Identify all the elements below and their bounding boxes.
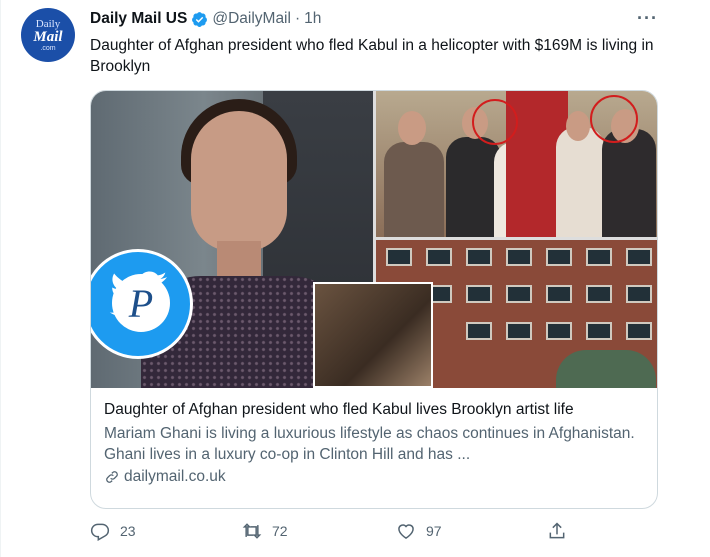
more-options-icon[interactable]: ··· [637, 8, 658, 29]
tweet-header: Daily Mail US @DailyMail · 1h [90, 9, 321, 29]
card-body[interactable]: Daughter of Afghan president who fled Ka… [104, 399, 644, 486]
like-count: 97 [426, 523, 442, 539]
badge-letter: P [112, 274, 170, 332]
avatar-line1: Daily [35, 17, 61, 30]
link-card[interactable]: P Daughter of Afghan president who fled … [90, 90, 658, 509]
tweet-actions: 23 72 97 [90, 521, 570, 545]
like-button[interactable]: 97 [396, 521, 442, 541]
avatar-line3: .com [40, 44, 56, 52]
reply-count: 23 [120, 523, 136, 539]
photo-concert [313, 282, 433, 388]
retweet-count: 72 [272, 523, 288, 539]
card-domain-text: dailymail.co.uk [124, 468, 226, 485]
reply-icon [90, 523, 110, 541]
avatar[interactable]: Daily Mail .com [21, 8, 75, 62]
share-button[interactable] [547, 521, 567, 541]
tweet[interactable]: Daily Mail .com Daily Mail US @DailyMail… [0, 0, 710, 557]
link-icon [106, 471, 118, 483]
share-icon [549, 522, 565, 539]
timestamp[interactable]: 1h [304, 10, 321, 28]
display-name[interactable]: Daily Mail US [90, 10, 187, 28]
card-description: Mariam Ghani is living a luxurious lifes… [104, 425, 635, 463]
separator-dot: · [294, 10, 301, 27]
photo-family-group [376, 91, 657, 237]
card-image[interactable]: P [91, 91, 657, 388]
retweet-icon [242, 523, 262, 539]
reply-button[interactable]: 23 [90, 521, 136, 541]
handle[interactable]: @DailyMail [212, 10, 291, 28]
card-title[interactable]: Daughter of Afghan president who fled Ka… [104, 399, 644, 420]
retweet-button[interactable]: 72 [242, 521, 288, 541]
card-domain[interactable]: dailymail.co.uk [104, 468, 644, 486]
highlight-circle [590, 95, 638, 143]
verified-badge-icon [192, 11, 208, 27]
heart-icon [398, 524, 414, 539]
avatar-line2: Mail [33, 28, 63, 45]
highlight-circle [472, 99, 518, 145]
tweet-text: Daughter of Afghan president who fled Ka… [90, 37, 654, 75]
